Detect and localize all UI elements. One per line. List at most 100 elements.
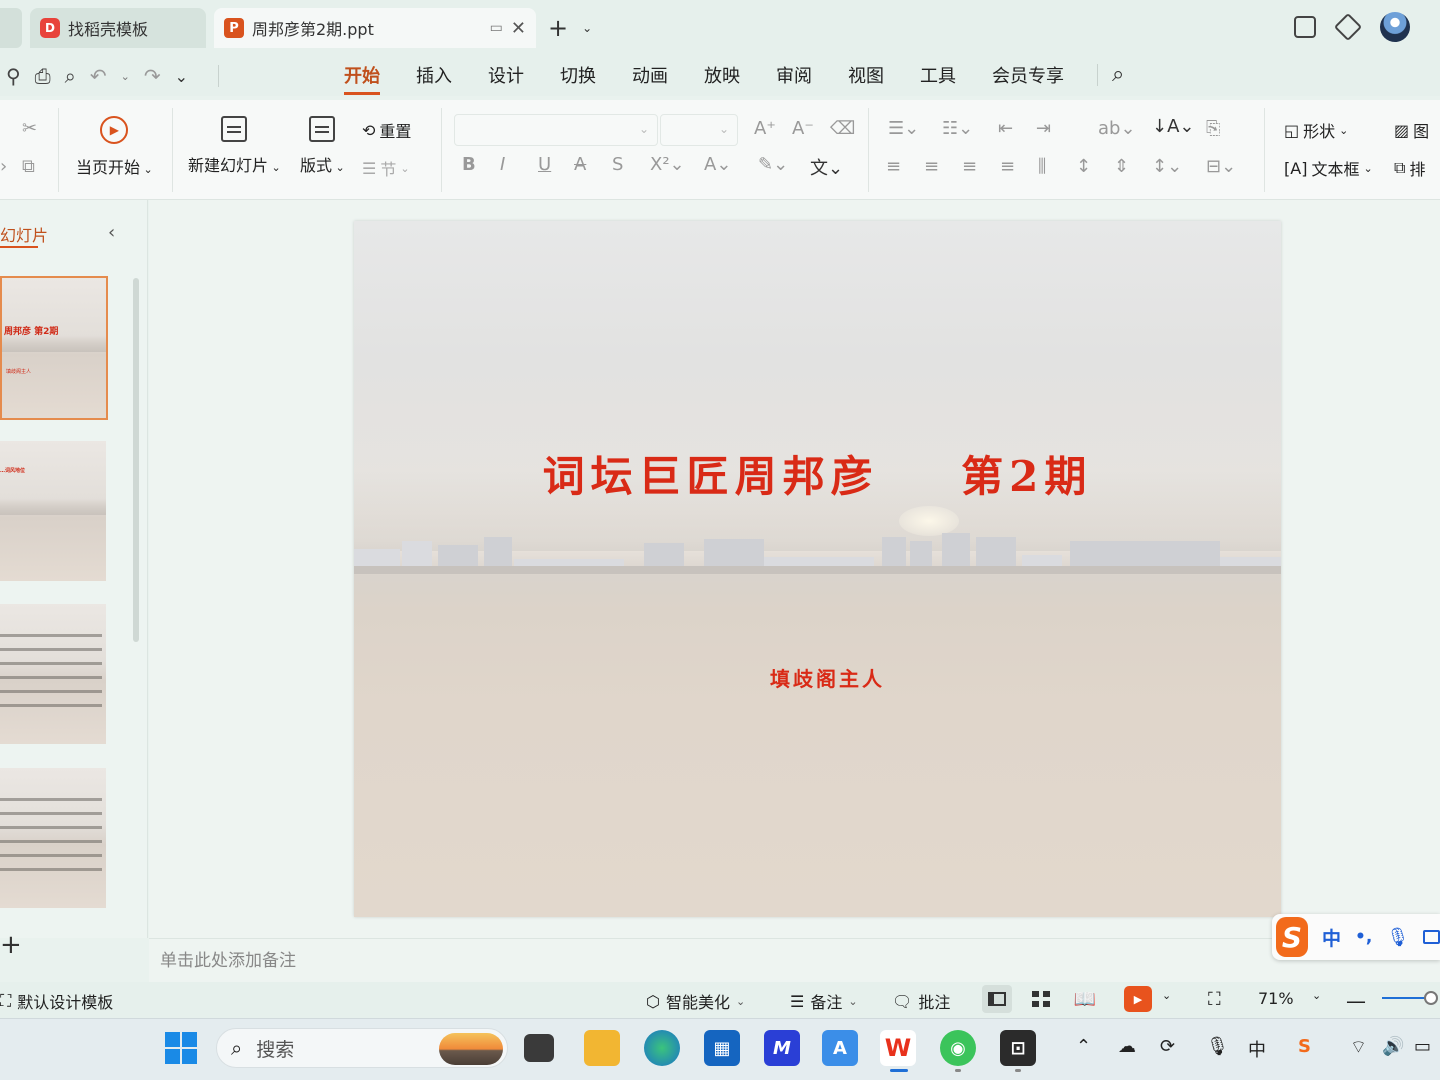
paragraph-spacing-icon[interactable]: ⇕ (1114, 156, 1129, 177)
smart-beautify-button[interactable]: ⬡ 智能美化 ⌄ (646, 989, 745, 1013)
add-slide-icon[interactable]: + (0, 930, 22, 960)
slide[interactable]: 词坛巨匠周邦彦 第2期 填歧阁主人 (354, 221, 1281, 917)
menu-slideshow[interactable]: 放映 (704, 62, 740, 95)
microphone-icon[interactable]: 🎙 (1386, 927, 1409, 948)
zoom-out-icon[interactable]: — (1346, 989, 1366, 1013)
increase-indent-icon[interactable]: ⇥ (1036, 118, 1051, 139)
slide-thumbnail-4[interactable] (0, 768, 106, 908)
picture-button[interactable]: ▨ 图 (1394, 118, 1429, 142)
line-spacing-icon[interactable]: ↕ (1076, 156, 1091, 177)
play-from-current-button[interactable]: ▶ 当页开始 ⌄ (76, 116, 153, 178)
zoom-level[interactable]: 71% (1258, 989, 1294, 1008)
sogou-tray-icon[interactable]: S (1298, 1036, 1311, 1057)
shape-button[interactable]: ◱ 形状 ⌄ (1284, 118, 1348, 142)
print-preview-icon[interactable]: ⌕ (65, 64, 76, 88)
wps-icon[interactable]: W (880, 1030, 916, 1066)
redo-icon[interactable]: ↷ (144, 64, 161, 88)
menu-insert[interactable]: 插入 (416, 62, 452, 95)
menu-transitions[interactable]: 切换 (560, 62, 596, 95)
sort-icon[interactable]: ↓A⌄ (1152, 116, 1194, 137)
bullets-icon[interactable]: ☰⌄ (888, 118, 919, 139)
menu-view[interactable]: 视图 (848, 62, 884, 95)
volume-icon[interactable]: 🔊 (1382, 1036, 1404, 1057)
slideshow-play-button[interactable]: ▶ (1124, 986, 1152, 1012)
store-icon[interactable]: ▦ (704, 1030, 740, 1066)
superscript-icon[interactable]: X²⌄ (650, 154, 685, 175)
tab-docer-templates[interactable]: D 找稻壳模板 (30, 8, 206, 48)
tab-previous-stub[interactable] (0, 8, 22, 48)
edge-icon[interactable] (644, 1030, 680, 1066)
sogou-logo-icon[interactable]: S (1276, 917, 1308, 957)
print-icon[interactable]: ⎙ (35, 64, 51, 88)
slide-sorter-button[interactable] (1026, 985, 1056, 1013)
notes-toggle-button[interactable]: ☰ 备注 ⌄ (790, 989, 858, 1013)
chevron-down-icon[interactable]: ⌄ (175, 67, 188, 86)
clear-format-icon[interactable]: ⌫ (830, 118, 855, 139)
bold-icon[interactable]: B (462, 154, 476, 175)
windows-start-icon[interactable] (165, 1032, 197, 1064)
reading-view-button[interactable]: 📖 (1070, 985, 1100, 1013)
panel-title[interactable]: 幻灯片 (0, 222, 48, 246)
text-direction-icon[interactable]: ↕⌄ (1152, 156, 1182, 177)
paste-icon[interactable]: › (0, 156, 7, 177)
task-view-icon[interactable] (524, 1034, 554, 1062)
text-wrap-icon[interactable]: ab⌄ (1098, 118, 1136, 139)
m-app-icon[interactable]: M (764, 1030, 800, 1066)
chevron-down-icon[interactable]: ⌄ (1312, 989, 1321, 1002)
tab-current-ppt[interactable]: P 周邦彦第2期.ppt ▭ ✕ (214, 8, 536, 48)
phonetic-icon[interactable]: 文⌄ (810, 154, 843, 180)
font-color-icon[interactable]: A⌄ (704, 154, 731, 175)
wechat-icon[interactable]: ◉ (940, 1030, 976, 1066)
normal-view-button[interactable] (982, 985, 1012, 1013)
shadow-text-icon[interactable]: S (612, 154, 623, 175)
new-tab-plus-icon[interactable]: + (548, 14, 568, 42)
slide-title[interactable]: 词坛巨匠周邦彦 第2期 (354, 443, 1281, 504)
panel-scrollbar[interactable] (133, 278, 139, 642)
microphone-icon[interactable]: 🎙 (1206, 1036, 1229, 1057)
comment-button[interactable]: 🗨 批注 (892, 989, 950, 1013)
cut-icon[interactable]: ✂ (22, 118, 37, 139)
font-family-select[interactable]: ⌄ (454, 114, 658, 146)
zoom-slider[interactable] (1382, 997, 1430, 999)
layout-button[interactable]: 版式 ⌄ (300, 116, 345, 176)
convert-icon[interactable]: ⎘ (1206, 118, 1220, 139)
menu-home[interactable]: 开始 (344, 62, 380, 95)
cloud-icon[interactable]: ☁ (1118, 1036, 1136, 1057)
format-painter-icon[interactable]: ⚲ (6, 64, 21, 88)
strikethrough-icon[interactable]: A (574, 154, 586, 175)
underline-icon[interactable]: U (538, 154, 551, 175)
zoom-slider-handle[interactable] (1424, 991, 1438, 1005)
font-size-select[interactable]: ⌄ (660, 114, 738, 146)
cube-icon[interactable] (1333, 12, 1363, 42)
design-template-button[interactable]: ⛶ 默认设计模板 (0, 989, 113, 1013)
copy-icon[interactable]: ⧉ (22, 156, 35, 177)
slide-thumbnail-3[interactable] (0, 604, 106, 744)
chevron-down-icon[interactable]: ⌄ (1162, 989, 1171, 1002)
slide-thumbnail-1[interactable]: 周邦彦 第2期 填歧阁主人 (0, 276, 108, 420)
section-button[interactable]: ☰ 节 ⌄ (362, 156, 410, 180)
ime-mode[interactable]: 中 (1322, 924, 1341, 951)
wifi-icon[interactable]: ⌔ (1350, 1036, 1367, 1059)
new-slide-button[interactable]: 新建幻灯片 ⌄ (188, 116, 281, 176)
align-center-icon[interactable]: ≡ (924, 156, 939, 177)
undo-icon[interactable]: ↶ (90, 64, 107, 88)
menu-tools[interactable]: 工具 (920, 62, 956, 95)
menu-design[interactable]: 设计 (488, 62, 524, 95)
decrease-indent-icon[interactable]: ⇤ (998, 118, 1013, 139)
ime-punctuation[interactable]: •, (1355, 927, 1372, 947)
a-app-icon[interactable]: A (822, 1030, 858, 1066)
screen-icon[interactable]: ▭ (490, 20, 503, 36)
avatar[interactable] (1380, 12, 1410, 42)
numbering-icon[interactable]: ☷⌄ (942, 118, 973, 139)
align-left-icon[interactable]: ≡ (886, 156, 901, 177)
chevron-up-icon[interactable]: ⌃ (1076, 1036, 1091, 1057)
chevron-down-icon[interactable]: ⌄ (582, 21, 592, 35)
slide-thumbnail-2[interactable]: …词风地位 (0, 441, 106, 581)
slide-subtitle[interactable]: 填歧阁主人 (354, 663, 1281, 692)
increase-font-icon[interactable]: A⁺ (754, 118, 776, 139)
search-icon[interactable]: ⌕ (1112, 62, 1124, 87)
close-tab-icon[interactable]: ✕ (511, 18, 526, 39)
menu-review[interactable]: 审阅 (776, 62, 812, 95)
sidebar-toggle-icon[interactable] (1294, 16, 1316, 38)
file-explorer-icon[interactable] (584, 1030, 620, 1066)
